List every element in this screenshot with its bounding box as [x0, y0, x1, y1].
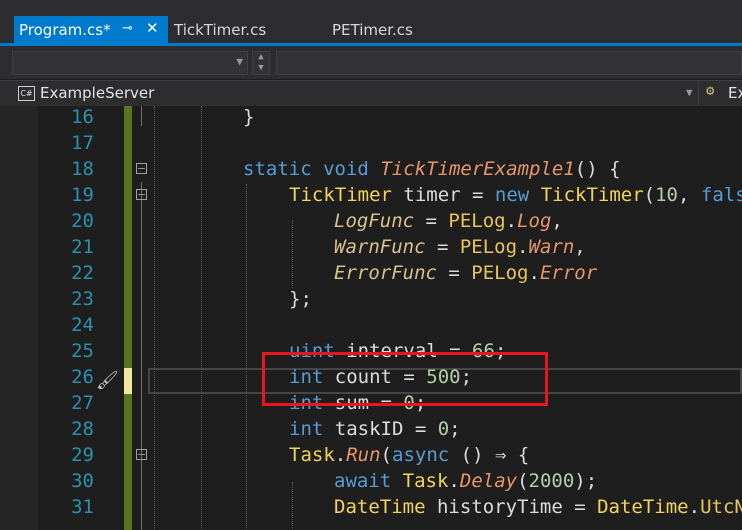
code-line[interactable]: 23}; [0, 286, 742, 312]
tab-label: Program.cs* [19, 20, 111, 39]
code-text[interactable]: int taskID = 0; [289, 416, 461, 442]
line-number: 28 [71, 418, 94, 440]
code-line[interactable]: 22 ErrorFunc = PELog.Error [0, 260, 742, 286]
navigation-bar: ▼ ▲ ▼ [0, 46, 742, 79]
code-line[interactable]: 28 int taskID = 0; [0, 416, 742, 442]
line-number: 22 [71, 262, 94, 284]
code-line[interactable]: 16} [0, 106, 742, 130]
code-text[interactable]: await Task.Delay(2000); [334, 468, 597, 494]
line-number: 21 [71, 236, 94, 258]
line-number: 16 [71, 106, 94, 128]
code-text[interactable]: Task.Run(async () ⇒ { [289, 442, 529, 468]
scope-dropdown[interactable] [276, 51, 742, 75]
annotation-highlight-box [262, 352, 548, 406]
code-editor[interactable]: 🖌 16} 17 18− static void TickTimerExample1(… [0, 106, 742, 530]
line-number: 30 [71, 470, 94, 492]
line-number: 18 [71, 158, 94, 180]
code-text[interactable]: LogFunc = PELog.Log, [334, 208, 563, 234]
line-number: 17 [71, 132, 94, 154]
code-line[interactable]: 20 LogFunc = PELog.Log, [0, 208, 742, 234]
code-text[interactable]: DateTime historyTime = DateTime.UtcN [334, 494, 742, 520]
tab-label: TickTimer.cs [174, 20, 267, 39]
line-number: 19 [71, 184, 94, 206]
tab-program-cs[interactable]: Program.cs* ⊸ ✕ [14, 16, 168, 43]
line-number: 24 [71, 314, 94, 336]
code-line[interactable]: 21 WarnFunc = PELog.Warn, [0, 234, 742, 260]
member-dropdown[interactable]: ▼ [12, 51, 248, 75]
line-number: 23 [71, 288, 94, 310]
document-tab-bar: Program.cs* ⊸ ✕ TickTimer.cs PETimer.cs [0, 0, 742, 46]
project-bar: C# ExampleServer ▼ ⚙ Ex [0, 80, 742, 107]
divider [698, 81, 699, 107]
csharp-icon: C# [18, 86, 35, 101]
chevron-down-icon[interactable]: ▼ [686, 86, 693, 99]
fold-toggle-icon[interactable]: − [136, 163, 147, 174]
chevron-down-icon: ▼ [236, 55, 243, 68]
line-number: 29 [71, 444, 94, 466]
spinner-control[interactable]: ▲ ▼ [252, 51, 270, 75]
code-line[interactable]: 19 − TickTimer timer = new TickTimer(10, f… [0, 182, 742, 208]
project-dropdown[interactable]: ExampleServer [40, 84, 154, 102]
tab-label: PETimer.cs [332, 20, 413, 39]
class-member-icon: ⚙ [706, 83, 715, 99]
line-number: 26 [71, 366, 94, 388]
code-line[interactable]: 30 await Task.Delay(2000); [0, 468, 742, 494]
code-line[interactable]: 31 DateTime historyTime = DateTime.UtcN [0, 494, 742, 520]
tab-petimer-cs[interactable]: PETimer.cs [332, 16, 413, 43]
code-line[interactable]: 29 − Task.Run(async () ⇒ { [0, 442, 742, 468]
code-text[interactable]: WarnFunc = PELog.Warn, [334, 234, 586, 260]
pin-icon[interactable]: ⊸ [122, 21, 133, 36]
code-line[interactable]: 17 [0, 130, 742, 156]
code-text[interactable]: } [243, 106, 254, 130]
close-icon[interactable]: ✕ [146, 19, 159, 37]
line-number: 20 [71, 210, 94, 232]
line-number: 27 [71, 392, 94, 414]
code-text[interactable]: TickTimer timer = new TickTimer(10, fals [289, 182, 742, 208]
line-number: 31 [71, 496, 94, 518]
code-text[interactable]: ErrorFunc = PELog.Error [334, 260, 597, 286]
code-line[interactable]: 18 − static void TickTimerExample1() { [0, 156, 742, 182]
code-text[interactable]: static void TickTimerExample1() { [243, 156, 621, 182]
fold-toggle-icon[interactable]: − [136, 449, 147, 460]
tab-ticktimer-cs[interactable]: TickTimer.cs [174, 16, 266, 43]
line-number: 25 [71, 340, 94, 362]
code-text[interactable]: }; [289, 286, 312, 312]
type-dropdown[interactable]: Ex [728, 84, 742, 102]
fold-toggle-icon[interactable]: − [136, 189, 147, 200]
code-line[interactable]: 24 [0, 312, 742, 338]
